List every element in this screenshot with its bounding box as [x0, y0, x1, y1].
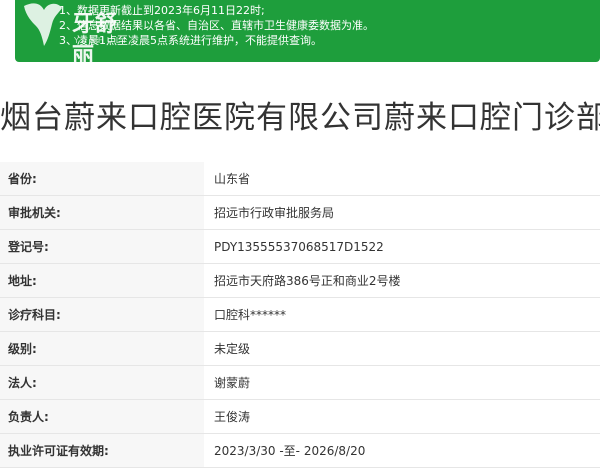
- table-row: 审批机关: 招远市行政审批服务局: [0, 195, 600, 230]
- row-value: 口腔科******: [204, 297, 600, 332]
- row-label: 地址:: [0, 263, 204, 298]
- logo-subtext: YASHULI: [74, 36, 129, 45]
- row-value: 招远市天府路386号正和商业2号楼: [204, 263, 600, 298]
- row-label: 诊疗科目:: [0, 297, 204, 332]
- table-row: 登记号: PDY13555537068517D1522: [0, 229, 600, 264]
- row-value: 山东省: [204, 162, 600, 196]
- notice-line-2: 2、信息数据结果以各省、自治区、直辖市卫生健康委数据为准。: [59, 19, 374, 32]
- clinic-info-table: 省份: 山东省 审批机关: 招远市行政审批服务局 登记号: PDY1355553…: [0, 162, 600, 468]
- row-value: 2023/3/30 -至- 2026/8/20: [204, 433, 600, 468]
- row-value: 谢蒙蔚: [204, 365, 600, 400]
- row-value: 招远市行政审批服务局: [204, 195, 600, 230]
- logo-watermark: 牙舒丽 YASHULI: [18, 0, 138, 69]
- row-label: 省份:: [0, 162, 204, 196]
- table-row: 执业许可证有效期: 2023/3/30 -至- 2026/8/20: [0, 433, 600, 468]
- table-row: 省份: 山东省: [0, 162, 600, 196]
- table-row: 地址: 招远市天府路386号正和商业2号楼: [0, 263, 600, 298]
- row-label: 法人:: [0, 365, 204, 400]
- notice-line-1: 1、数据更新截止到2023年6月11日22时;: [59, 4, 265, 17]
- row-label: 负责人:: [0, 399, 204, 434]
- tooth-logo-icon: [24, 3, 62, 47]
- row-label: 登记号:: [0, 229, 204, 264]
- row-label: 审批机关:: [0, 195, 204, 230]
- table-row: 级别: 未定级: [0, 331, 600, 366]
- table-row: 法人: 谢蒙蔚: [0, 365, 600, 400]
- row-label: 执业许可证有效期:: [0, 433, 204, 468]
- row-value: PDY13555537068517D1522: [204, 229, 600, 264]
- page-title: 烟台蔚来口腔医院有限公司蔚来口腔门诊部: [0, 100, 600, 136]
- notice-line-3: 3、凌晨1点至凌晨5点系统进行维护，不能提供查询。: [59, 34, 322, 47]
- row-value: 王俊涛: [204, 399, 600, 434]
- row-value: 未定级: [204, 331, 600, 366]
- table-row: 负责人: 王俊涛: [0, 399, 600, 434]
- table-row: 诊疗科目: 口腔科******: [0, 297, 600, 332]
- row-label: 级别:: [0, 331, 204, 366]
